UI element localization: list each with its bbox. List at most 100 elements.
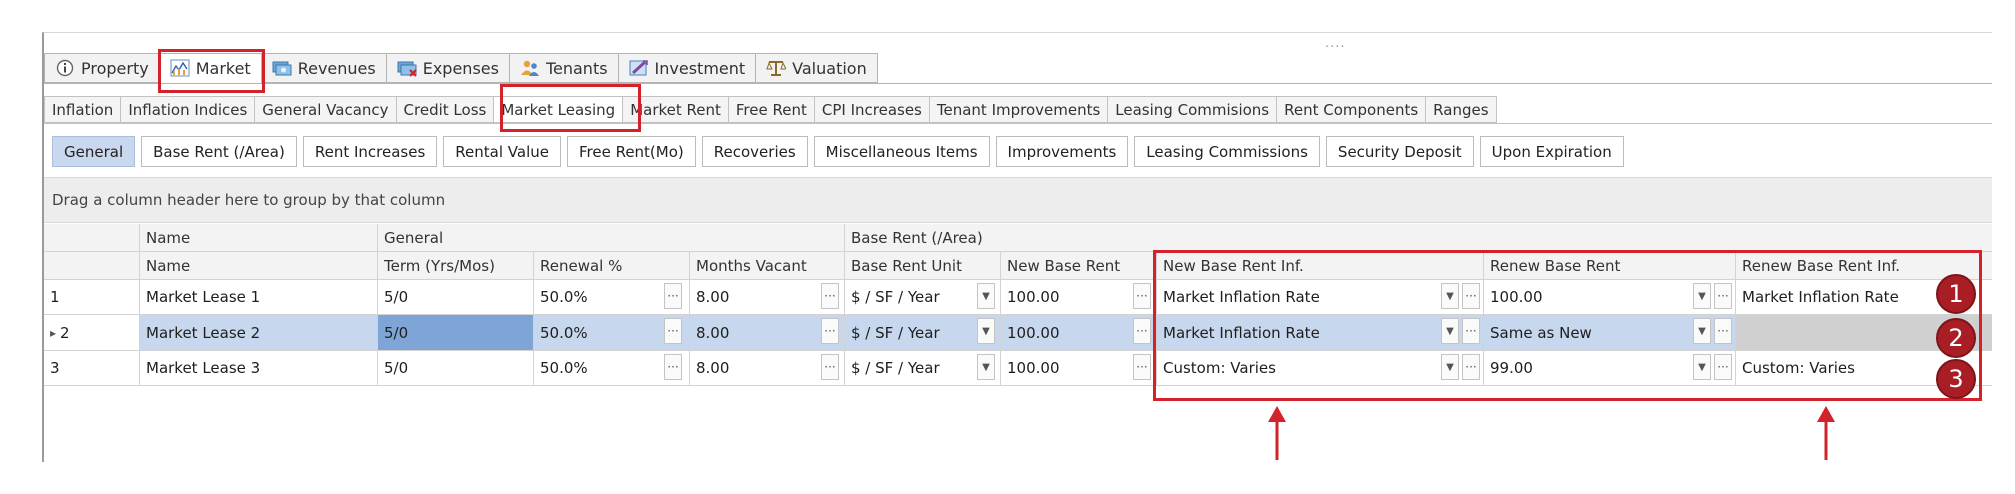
cell-new-rent-value: 100.00 [1007, 359, 1060, 377]
cell-renewal[interactable]: 50.0% ··· [534, 351, 690, 385]
recoveries-button[interactable]: Recoveries [701, 136, 808, 167]
ellipsis-button[interactable]: ··· [821, 283, 839, 309]
subtab-tenant-improvements[interactable]: Tenant Improvements [928, 96, 1108, 123]
subtab-leasing-commisions[interactable]: Leasing Commisions [1107, 96, 1277, 123]
group-by-panel[interactable]: Drag a column header here to group by th… [44, 177, 1992, 223]
free-rent-button[interactable]: Free Rent(Mo) [566, 136, 696, 167]
leasing-commissions-button[interactable]: Leasing Commissions [1134, 136, 1320, 167]
cell-name[interactable]: Market Lease 1 [140, 280, 378, 314]
col-term[interactable]: Term (Yrs/Mos) [378, 252, 534, 279]
subtab-inflation-indices[interactable]: Inflation Indices [120, 96, 255, 123]
subtab-ranges[interactable]: Ranges [1425, 96, 1497, 123]
rent-increases-button[interactable]: Rent Increases [302, 136, 438, 167]
tab-tenants[interactable]: Tenants [508, 53, 618, 83]
upon-expiration-button[interactable]: Upon Expiration [1479, 136, 1624, 167]
badge-3: 3 [1936, 359, 1976, 399]
cell-base-rent-unit[interactable]: $ / SF / Year ▼ [845, 315, 1001, 350]
expenses-icon [397, 59, 417, 77]
tab-valuation[interactable]: Valuation [755, 53, 878, 83]
cell-name[interactable]: Market Lease 3 [140, 351, 378, 385]
cell-base-rent-unit[interactable]: $ / SF / Year ▼ [845, 280, 1001, 314]
indicator-header [44, 224, 140, 251]
cell-vacant-value: 8.00 [696, 323, 730, 342]
badge-2: 2 [1936, 318, 1976, 358]
cell-new-base-rent[interactable]: 100.00 ··· [1001, 315, 1157, 350]
col-name[interactable]: Name [140, 252, 378, 279]
cell-months-vacant[interactable]: 8.00 ··· [690, 280, 845, 314]
base-rent-button[interactable]: Base Rent (/Area) [141, 136, 297, 167]
cell-renewal-value: 50.0% [540, 288, 588, 306]
ellipsis-button[interactable]: ··· [664, 318, 682, 344]
band-general[interactable]: General [378, 224, 845, 251]
cell-renewal[interactable]: 50.0% ··· [534, 315, 690, 350]
chevron-down-icon[interactable]: ▼ [977, 318, 995, 344]
tab-investment-label: Investment [654, 58, 746, 78]
ellipsis-button[interactable]: ··· [1133, 283, 1151, 309]
subtab-free-rent[interactable]: Free Rent [727, 96, 814, 123]
indicator-header-2 [44, 252, 140, 279]
col-renewal[interactable]: Renewal % [534, 252, 690, 279]
subtab-inflation[interactable]: Inflation [44, 96, 121, 123]
money-icon [272, 59, 292, 77]
cell-months-vacant[interactable]: 8.00 ··· [690, 315, 845, 350]
cell-base-rent-unit[interactable]: $ / SF / Year ▼ [845, 351, 1001, 385]
annotation-box-inflation-columns [1153, 250, 1982, 401]
cell-new-base-rent[interactable]: 100.00 ··· [1001, 351, 1157, 385]
tab-expenses[interactable]: Expenses [385, 53, 509, 83]
rental-value-button[interactable]: Rental Value [443, 136, 561, 167]
annotation-arrow-renew-inf [1817, 406, 1835, 460]
tab-tenants-label: Tenants [545, 58, 608, 78]
chevron-down-icon[interactable]: ▼ [977, 354, 995, 380]
sub-tab-divider [44, 123, 1992, 124]
ellipsis-button[interactable]: ··· [821, 318, 839, 344]
leasing-section-buttons: General Base Rent (/Area) Rent Increases… [52, 136, 1624, 167]
row-index: 2 [60, 323, 70, 342]
market-sub-tab-bar: Inflation Inflation Indices General Vaca… [44, 96, 1497, 123]
tab-expenses-label: Expenses [422, 58, 499, 78]
miscellaneous-items-button[interactable]: Miscellaneous Items [813, 136, 990, 167]
cell-renewal-value: 50.0% [540, 323, 588, 342]
ellipsis-button[interactable]: ··· [821, 354, 839, 380]
chevron-down-icon[interactable]: ▼ [977, 283, 995, 309]
cell-name[interactable]: Market Lease 2 [140, 315, 378, 350]
cell-new-rent-value: 100.00 [1007, 323, 1060, 342]
tab-property-label: Property [81, 58, 149, 78]
ellipsis-button[interactable]: ··· [664, 354, 682, 380]
row-index: 1 [50, 288, 60, 306]
security-deposit-button[interactable]: Security Deposit [1325, 136, 1474, 167]
annotation-box-market-leasing-tab [500, 84, 641, 132]
band-base-rent[interactable]: Base Rent (/Area) [845, 224, 1992, 251]
cell-renewal[interactable]: 50.0% ··· [534, 280, 690, 314]
general-button[interactable]: General [52, 136, 136, 167]
row-indicator[interactable]: ▸ 2 [44, 315, 140, 350]
cell-vacant-value: 8.00 [696, 288, 730, 306]
cell-term-focused[interactable]: 5/0 [378, 315, 534, 350]
row-indicator[interactable]: 3 [44, 351, 140, 385]
cell-renewal-value: 50.0% [540, 359, 588, 377]
splitter-grip[interactable]: .... [1325, 36, 1346, 51]
top-tab-divider [44, 83, 1992, 84]
investment-icon [629, 59, 649, 77]
col-months-vacant[interactable]: Months Vacant [690, 252, 845, 279]
subtab-credit-loss[interactable]: Credit Loss [395, 96, 494, 123]
tab-revenues[interactable]: Revenues [260, 53, 386, 83]
col-base-rent-unit[interactable]: Base Rent Unit [845, 252, 1001, 279]
cell-term[interactable]: 5/0 [378, 280, 534, 314]
tab-property[interactable]: Property [44, 53, 159, 83]
ellipsis-button[interactable]: ··· [1133, 318, 1151, 344]
subtab-general-vacancy[interactable]: General Vacancy [254, 96, 396, 123]
band-name[interactable]: Name [140, 224, 378, 251]
ellipsis-button[interactable]: ··· [664, 283, 682, 309]
subtab-cpi-increases[interactable]: CPI Increases [813, 96, 929, 123]
row-indicator[interactable]: 1 [44, 280, 140, 314]
col-new-base-rent[interactable]: New Base Rent [1001, 252, 1157, 279]
band-header-row: Name General Base Rent (/Area) [44, 224, 1992, 252]
improvements-button[interactable]: Improvements [995, 136, 1129, 167]
tab-investment[interactable]: Investment [617, 53, 756, 83]
cell-months-vacant[interactable]: 8.00 ··· [690, 351, 845, 385]
subtab-rent-components[interactable]: Rent Components [1276, 96, 1426, 123]
group-by-hint: Drag a column header here to group by th… [52, 191, 446, 209]
cell-new-base-rent[interactable]: 100.00 ··· [1001, 280, 1157, 314]
cell-term[interactable]: 5/0 [378, 351, 534, 385]
ellipsis-button[interactable]: ··· [1133, 354, 1151, 380]
